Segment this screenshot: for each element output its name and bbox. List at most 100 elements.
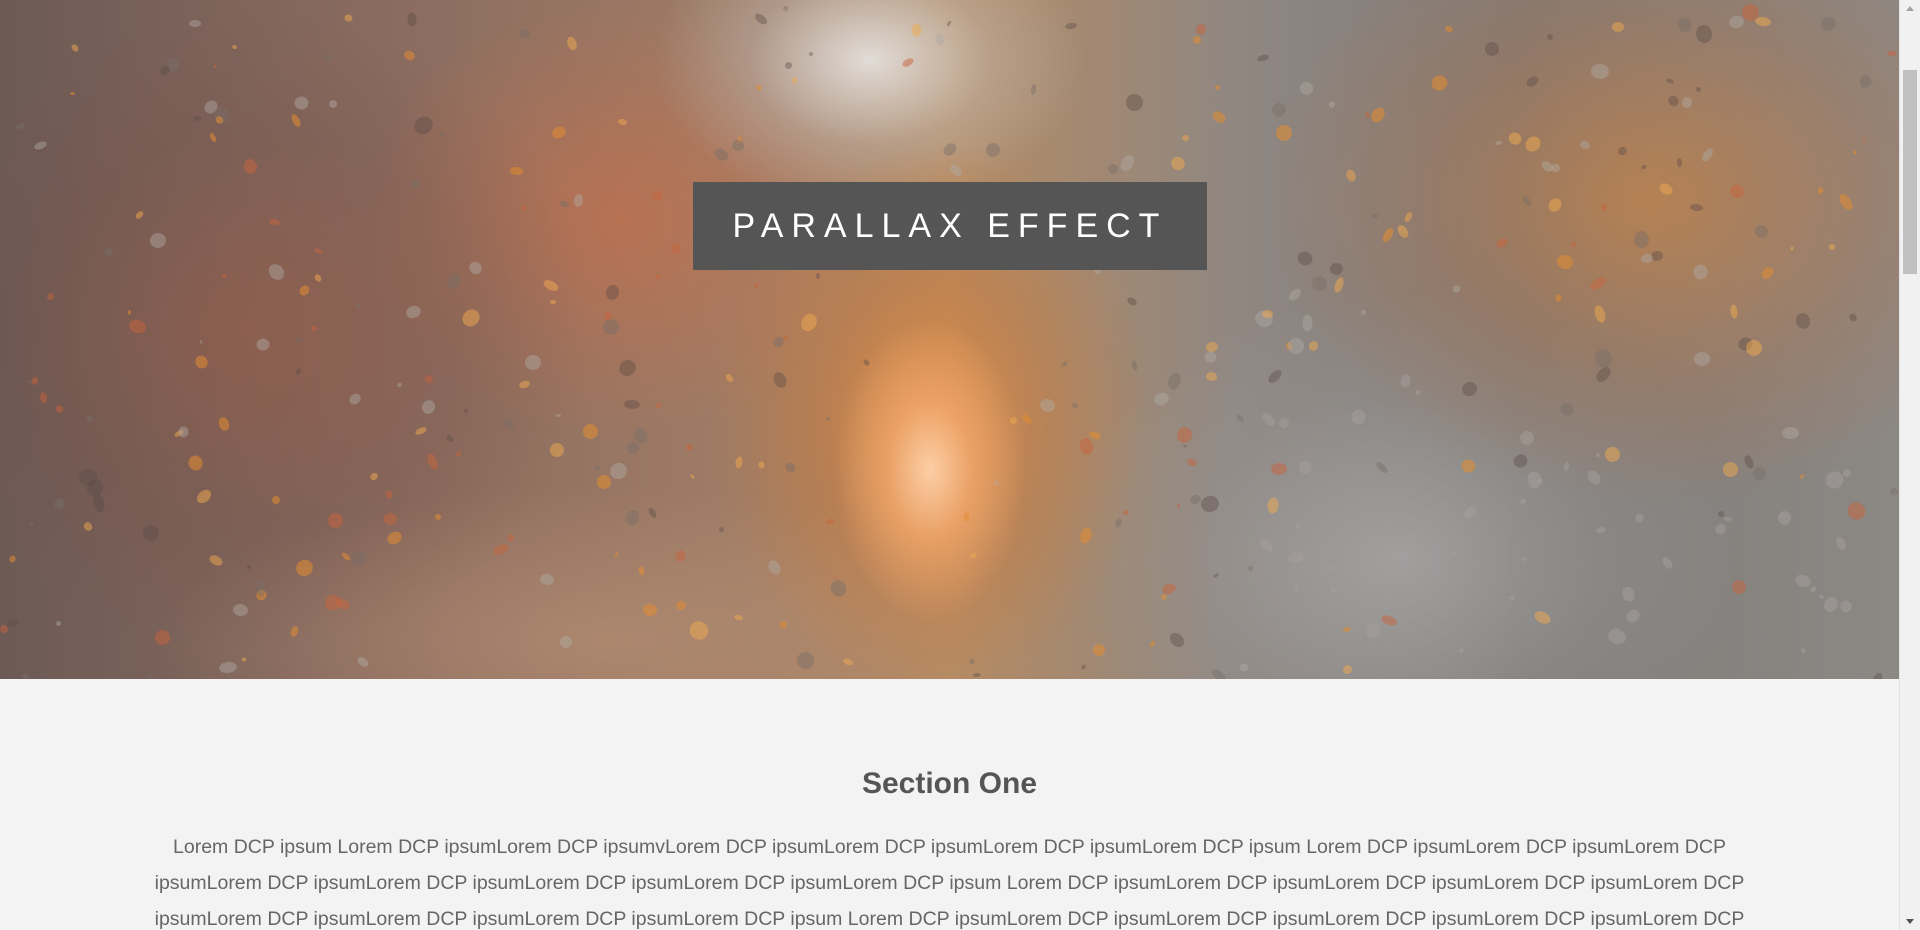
foliage-speck <box>254 587 269 603</box>
foliage-speck <box>1444 24 1454 34</box>
foliage-speck <box>411 113 436 138</box>
foliage-speck <box>39 391 48 404</box>
foliage-speck <box>1729 577 1749 597</box>
foliage-speck <box>368 471 380 482</box>
foliage-speck <box>134 209 145 221</box>
foliage-speck <box>1451 284 1462 294</box>
foliage-speck <box>1592 346 1615 371</box>
foliage-speck <box>1194 22 1208 37</box>
foliage-speck <box>1511 451 1530 471</box>
foliage-speck <box>1554 293 1563 303</box>
foliage-speck <box>199 339 203 345</box>
foliage-speck <box>1329 262 1344 276</box>
foliage-speck <box>1590 63 1610 80</box>
foliage-speck <box>524 354 542 371</box>
foliage-speck <box>1117 152 1138 174</box>
foliage-speck <box>1752 222 1771 241</box>
foliage-speck <box>685 617 713 644</box>
foliage-speck <box>1078 526 1094 545</box>
scrollbar-thumb[interactable] <box>1903 70 1917 274</box>
foliage-speck <box>1458 647 1465 654</box>
foliage-speck <box>445 433 455 444</box>
foliage-speck <box>1800 647 1807 654</box>
foliage-speck <box>616 357 639 379</box>
foliage-speck <box>1088 430 1102 441</box>
foliage-speck <box>85 414 94 423</box>
foliage-speck <box>294 96 309 110</box>
foliage-speck <box>1546 33 1554 41</box>
foliage-speck <box>1344 168 1358 183</box>
foliage-speck <box>348 548 370 569</box>
foliage-speck <box>1819 14 1838 34</box>
vertical-scrollbar[interactable] <box>1899 0 1920 930</box>
foliage-speck <box>1699 146 1716 164</box>
foliage-speck <box>1363 620 1383 641</box>
foliage-speck <box>1729 304 1739 319</box>
foliage-speck <box>193 115 202 122</box>
foliage-speck <box>1584 467 1604 488</box>
foliage-speck <box>684 442 695 453</box>
foliage-speck <box>313 273 323 283</box>
foliage-speck <box>1592 303 1608 325</box>
foliage-speck <box>1252 307 1276 331</box>
foliage-speck <box>808 51 814 57</box>
foliage-speck <box>396 381 403 389</box>
foliage-speck <box>52 496 67 512</box>
foliage-speck <box>1038 397 1057 414</box>
foliage-speck <box>1633 230 1650 249</box>
foliage-speck <box>1650 250 1664 262</box>
scroll-up-arrow-icon[interactable] <box>1900 0 1920 17</box>
foliage-speck <box>541 277 561 294</box>
foliage-speck <box>404 303 423 321</box>
foliage-speck <box>178 426 189 438</box>
foliage-speck <box>1271 463 1287 475</box>
foliage-speck <box>1545 195 1565 215</box>
foliage-speck <box>458 306 484 330</box>
foliage-speck <box>343 13 354 23</box>
foliage-speck <box>1166 371 1183 391</box>
foliage-speck <box>539 573 555 586</box>
foliage-speck <box>1360 309 1367 316</box>
foliage-speck <box>1030 83 1037 96</box>
foliage-speck <box>1261 309 1274 319</box>
foliage-speck <box>1727 182 1747 201</box>
scroll-down-arrow-icon[interactable] <box>1900 913 1920 930</box>
foliage-speck <box>791 76 798 85</box>
foliage-speck <box>1257 537 1276 554</box>
foliage-speck <box>1123 91 1146 114</box>
foliage-speck <box>934 32 946 47</box>
foliage-speck <box>218 660 238 675</box>
foliage-speck <box>983 140 1003 160</box>
foliage-speck <box>0 624 9 634</box>
foliage-speck <box>1188 493 1203 506</box>
foliage-speck <box>968 658 976 665</box>
foliage-speck <box>70 43 80 53</box>
foliage-speck <box>325 510 346 531</box>
foliage-speck <box>518 379 531 390</box>
foliage-speck <box>1777 510 1792 526</box>
foliage-speck <box>624 439 642 457</box>
foliage-speck <box>656 403 661 408</box>
foliage-speck <box>651 190 664 201</box>
foliage-speck <box>1519 497 1527 506</box>
foliage-speck <box>1742 336 1766 360</box>
foliage-speck <box>232 602 249 618</box>
foliage-speck <box>642 603 658 617</box>
foliage-speck <box>240 656 248 663</box>
foliage-speck <box>15 122 26 131</box>
foliage-speck <box>1348 407 1369 427</box>
foliage-speck <box>733 613 744 622</box>
foliage-speck <box>1821 594 1841 615</box>
foliage-speck <box>842 657 854 667</box>
foliage-speck <box>324 52 332 61</box>
foliage-speck <box>217 415 231 433</box>
foliage-speck <box>188 19 202 28</box>
foliage-speck <box>1494 236 1510 250</box>
foliage-speck <box>1633 512 1646 524</box>
foliage-speck <box>623 399 641 410</box>
foliage-speck <box>798 311 820 334</box>
foliage-speck <box>593 464 601 473</box>
foliage-speck <box>1341 663 1354 676</box>
foliage-speck <box>1665 77 1675 85</box>
foliage-speck <box>1130 359 1139 372</box>
